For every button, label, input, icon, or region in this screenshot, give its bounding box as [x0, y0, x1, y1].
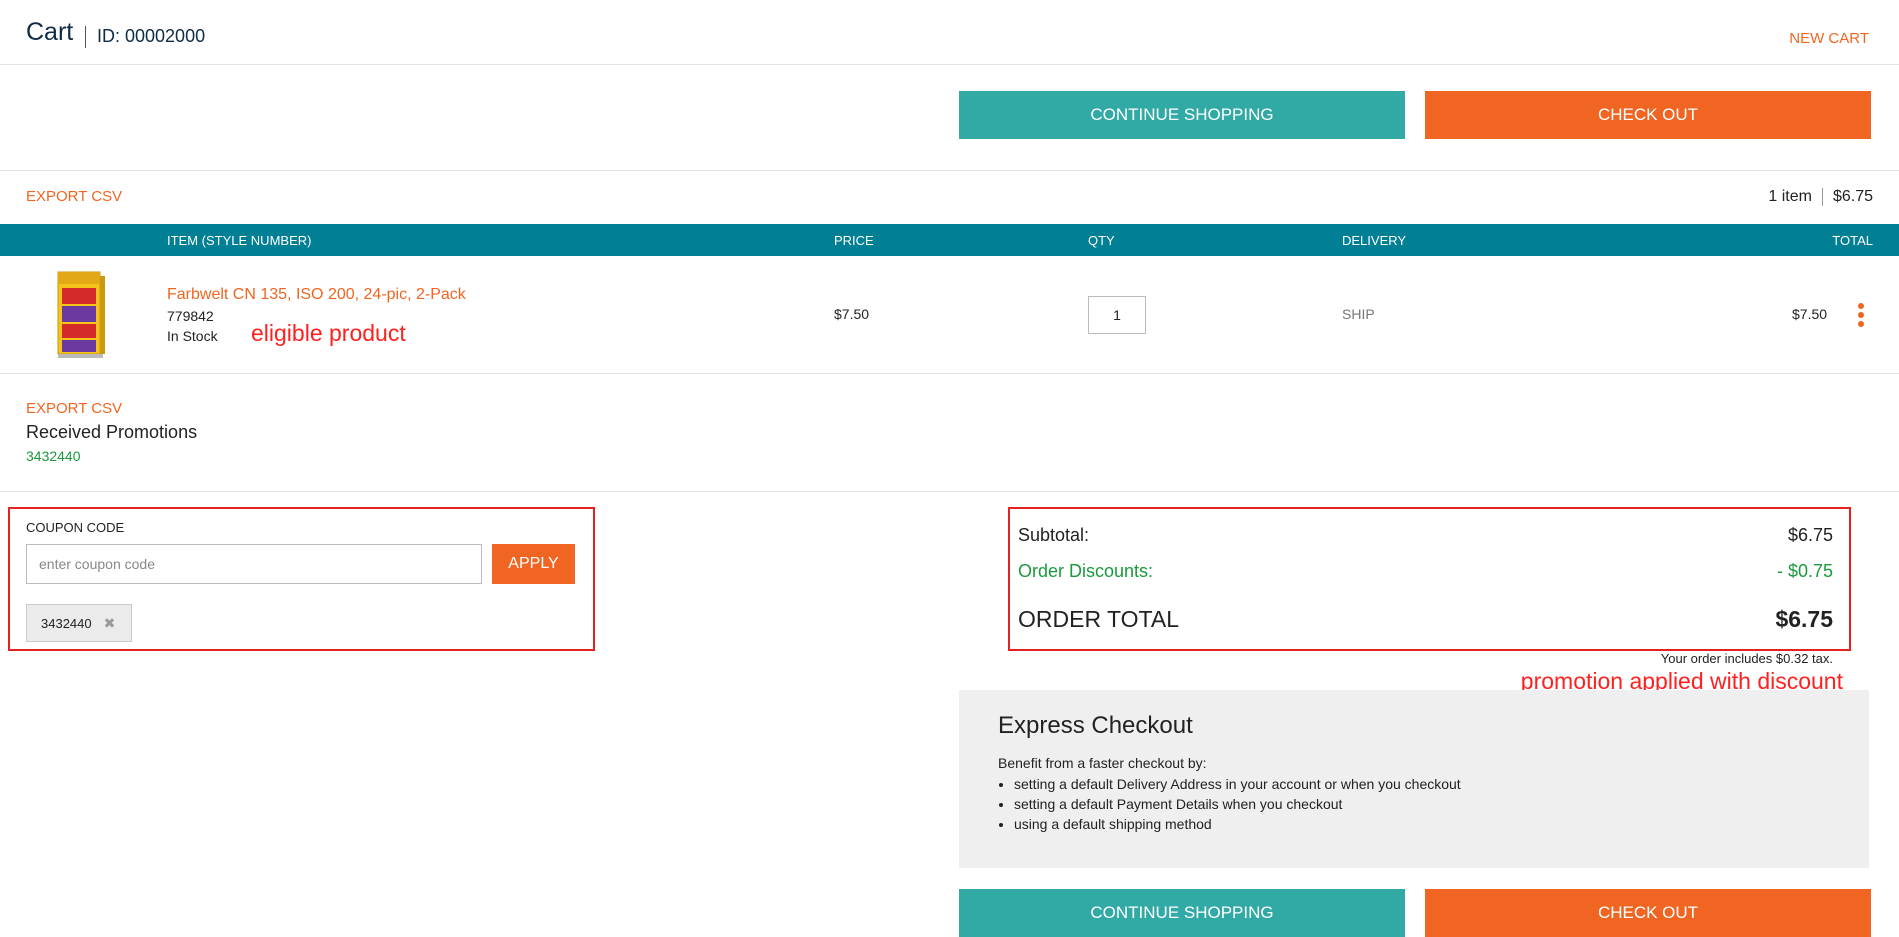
column-header-total: TOTAL [1832, 233, 1873, 248]
product-image[interactable] [52, 270, 108, 360]
film-pack-icon [57, 271, 105, 358]
cart-summary: 1 item $6.75 [1768, 188, 1873, 206]
list-item: using a default shipping method [1014, 814, 1461, 834]
order-discounts-value: - $0.75 [1776, 561, 1833, 581]
subtotal-label: Subtotal: [1018, 525, 1090, 545]
coupon-code-input[interactable]: enter coupon code [26, 544, 482, 584]
express-checkout-benefits: setting a default Delivery Address in yo… [998, 774, 1461, 834]
applied-coupon-code: 3432440 [41, 615, 92, 631]
delivery-method: SHIP [1342, 306, 1375, 322]
apply-coupon-button[interactable]: APPLY [492, 544, 575, 584]
row-total: $7.50 [1792, 306, 1828, 322]
express-checkout-subtitle: Benefit from a faster checkout by: [998, 755, 1207, 771]
coupon-code-label: COUPON CODE [26, 520, 125, 535]
more-options-icon[interactable] [1857, 303, 1865, 329]
tax-note: Your order includes $0.32 tax. [1660, 651, 1833, 666]
continue-shopping-button[interactable]: CONTINUE SHOPPING [959, 91, 1405, 139]
applied-coupon-chip: 3432440 ✖ [26, 604, 132, 642]
title-divider [85, 26, 86, 48]
express-checkout-title: Express Checkout [998, 712, 1193, 739]
order-discounts-label: Order Discounts: [1018, 561, 1154, 581]
product-code: 779842 [167, 308, 214, 324]
cart-id: ID: 00002000 [97, 26, 206, 46]
cart-subtotal: $6.75 [1832, 188, 1873, 205]
list-item: setting a default Delivery Address in yo… [1014, 774, 1461, 794]
annotation-eligible-product: eligible product [251, 320, 406, 346]
subtotal-value: $6.75 [1787, 525, 1833, 545]
check-out-button-bottom[interactable]: CHECK OUT [1425, 889, 1871, 937]
column-header-delivery: DELIVERY [1342, 233, 1407, 248]
check-out-button[interactable]: CHECK OUT [1425, 91, 1871, 139]
item-price: $7.50 [834, 306, 870, 322]
list-item: setting a default Payment Details when y… [1014, 794, 1461, 814]
export-csv-link-promotions[interactable]: EXPORT CSV [26, 400, 122, 417]
column-header-item: ITEM (STYLE NUMBER) [167, 233, 312, 248]
column-header-qty: QTY [1088, 233, 1115, 248]
export-csv-link[interactable]: EXPORT CSV [26, 188, 122, 205]
quantity-input[interactable]: 1 [1088, 296, 1146, 334]
page-title: Cart [26, 18, 74, 46]
divider [0, 373, 1899, 374]
product-name-link[interactable]: Farbwelt CN 135, ISO 200, 24-pic, 2-Pack [167, 286, 466, 304]
divider [0, 170, 1899, 171]
continue-shopping-button-bottom[interactable]: CONTINUE SHOPPING [959, 889, 1405, 937]
close-icon[interactable]: ✖ [104, 615, 116, 632]
promotion-code: 3432440 [26, 448, 81, 464]
received-promotions-title: Received Promotions [26, 422, 198, 442]
item-count: 1 item [1768, 188, 1812, 205]
divider [0, 64, 1899, 65]
order-total-label: ORDER TOTAL [1018, 606, 1180, 632]
new-cart-link[interactable]: NEW CART [1789, 30, 1869, 47]
table-header: ITEM (STYLE NUMBER) PRICE QTY DELIVERY T… [0, 224, 1899, 256]
order-total-value: $6.75 [1775, 606, 1833, 632]
stock-status: In Stock [167, 328, 218, 344]
summary-divider [1821, 188, 1823, 206]
column-header-price: PRICE [834, 233, 874, 248]
divider [0, 491, 1899, 492]
